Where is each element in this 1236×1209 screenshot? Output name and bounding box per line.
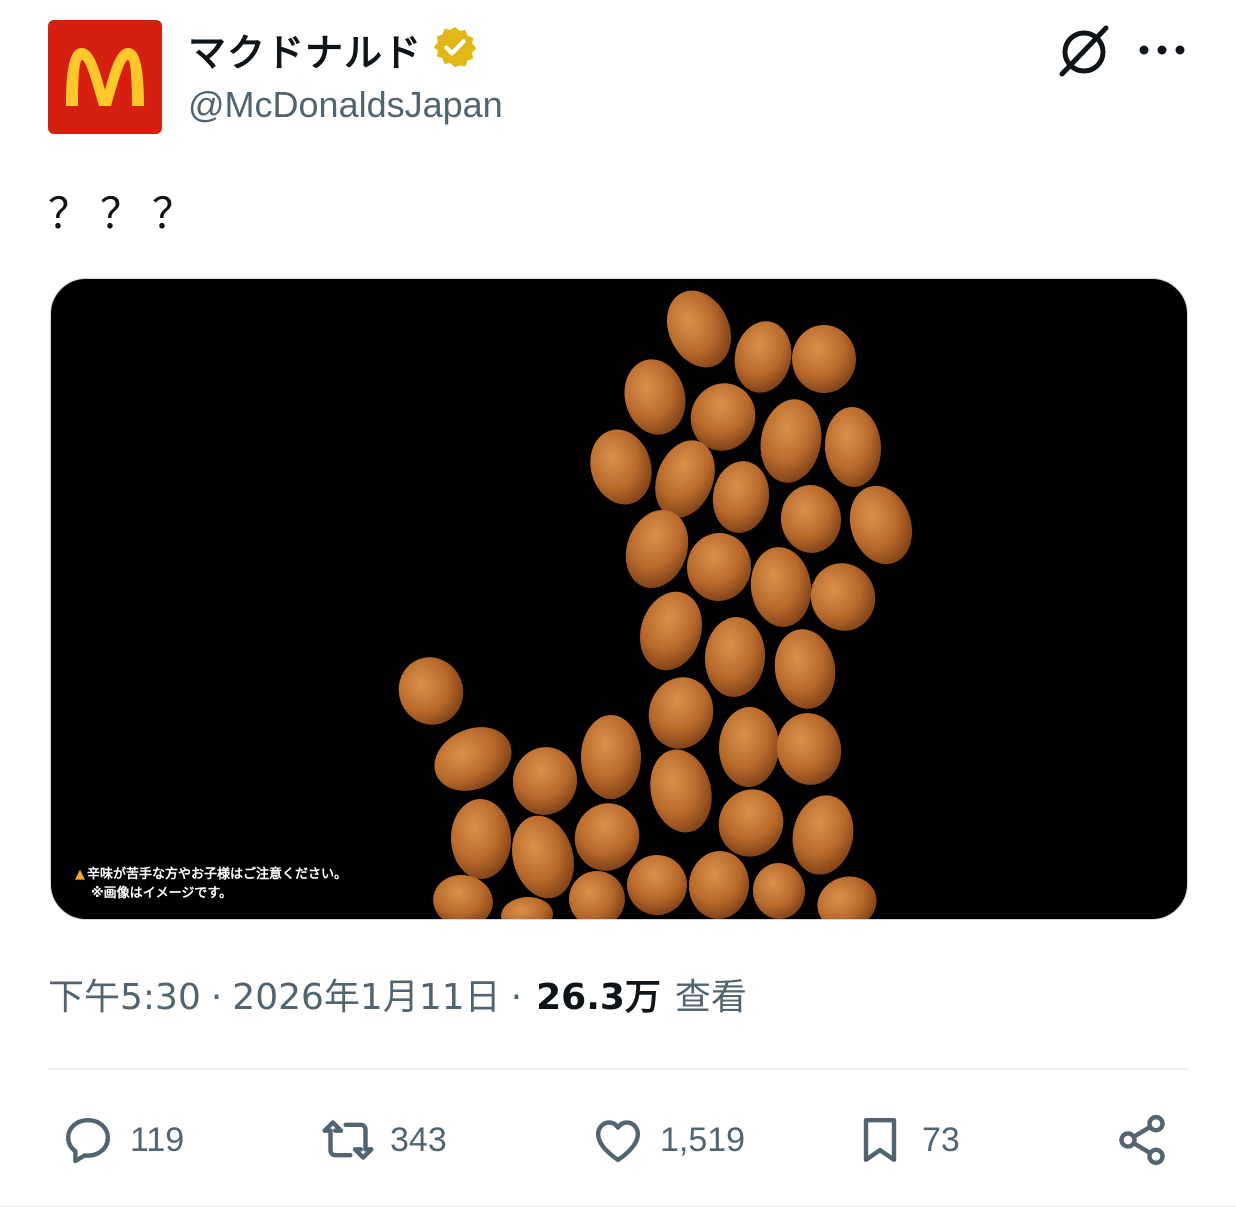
tweet-media-image[interactable]: ▲ 辛味が苦手な方やお子様はご注意ください。 ※画像はイメージです。 (50, 278, 1188, 920)
more-horizontal-icon (1139, 45, 1185, 55)
retweet-button[interactable]: 343 (320, 1110, 447, 1170)
reply-button[interactable]: 119 (60, 1110, 184, 1170)
nugget (590, 429, 652, 505)
nugget (774, 629, 836, 709)
warning-line-2: ※画像はイメージです。 (91, 886, 233, 901)
nugget (791, 325, 857, 393)
tweet-meta: 下午5:30 · 2026年1月11日 · 26.3万 查看 (48, 968, 747, 1020)
warning-triangle-icon: ▲ (75, 867, 85, 882)
verified-gold-badge-icon (432, 24, 478, 74)
media-warning-text: ▲ 辛味が苦手な方やお子様はご注意ください。 ※画像はイメージです。 (75, 865, 347, 903)
display-name[interactable]: マクドナルド (188, 22, 422, 77)
reply-count: 119 (130, 1120, 185, 1159)
avatar[interactable] (48, 20, 162, 134)
bookmark-button[interactable]: 73 (852, 1110, 960, 1170)
view-count[interactable]: 26.3万 (536, 968, 661, 1020)
meta-separator: · (210, 977, 223, 1018)
warning-line-1: 辛味が苦手な方やお子様はご注意ください。 (87, 867, 348, 882)
nugget (750, 547, 812, 627)
nugget (581, 715, 641, 799)
nugget (780, 485, 842, 553)
nugget (512, 747, 578, 815)
nugget (704, 617, 766, 697)
grok-icon (1059, 25, 1109, 77)
tweet-time[interactable]: 下午5:30 (48, 968, 201, 1020)
nugget (434, 727, 512, 791)
nugget (648, 677, 714, 749)
bookmark-count: 73 (922, 1120, 960, 1159)
nugget (688, 851, 750, 919)
nugget (824, 407, 882, 487)
nugget (501, 896, 553, 919)
divider (48, 1068, 1188, 1070)
mcdonalds-logo-icon (66, 48, 144, 106)
retweet-icon (322, 1120, 374, 1160)
reply-icon (65, 1117, 111, 1164)
nugget (817, 876, 877, 919)
nugget (712, 461, 770, 533)
tweet-actions-bar: 119 343 1,519 73 (0, 1110, 1236, 1170)
tweet-date[interactable]: 2026年1月11日 (232, 968, 500, 1020)
grok-button[interactable] (1054, 22, 1114, 82)
share-button[interactable] (1114, 1110, 1170, 1170)
nugget (450, 799, 512, 879)
nugget (849, 485, 913, 565)
nugget (810, 563, 876, 631)
bottom-divider (0, 1205, 1236, 1207)
bookmark-icon (863, 1117, 897, 1163)
share-icon (1119, 1114, 1165, 1166)
nugget (398, 657, 464, 725)
nugget (718, 707, 780, 787)
nugget (666, 290, 732, 368)
nugget (760, 399, 822, 483)
like-count: 1,519 (660, 1120, 746, 1159)
retweet-count: 343 (390, 1120, 447, 1159)
nugget (624, 359, 686, 435)
nugget-dog-image (398, 290, 913, 919)
meta-separator: · (510, 977, 523, 1018)
more-button[interactable] (1136, 30, 1188, 70)
nugget (734, 321, 792, 393)
view-label[interactable]: 查看 (675, 968, 747, 1020)
nugget (776, 713, 842, 785)
heart-icon (595, 1120, 641, 1163)
nugget (792, 795, 854, 875)
nugget (686, 533, 752, 601)
tweet-text: ？？？ (48, 189, 205, 238)
nugget (752, 863, 806, 919)
nugget (650, 749, 712, 833)
author-name-row[interactable]: マクドナルド (188, 22, 478, 77)
nugget (640, 591, 702, 671)
author-handle[interactable]: @McDonaldsJapan (188, 84, 503, 126)
like-button[interactable]: 1,519 (590, 1110, 745, 1170)
